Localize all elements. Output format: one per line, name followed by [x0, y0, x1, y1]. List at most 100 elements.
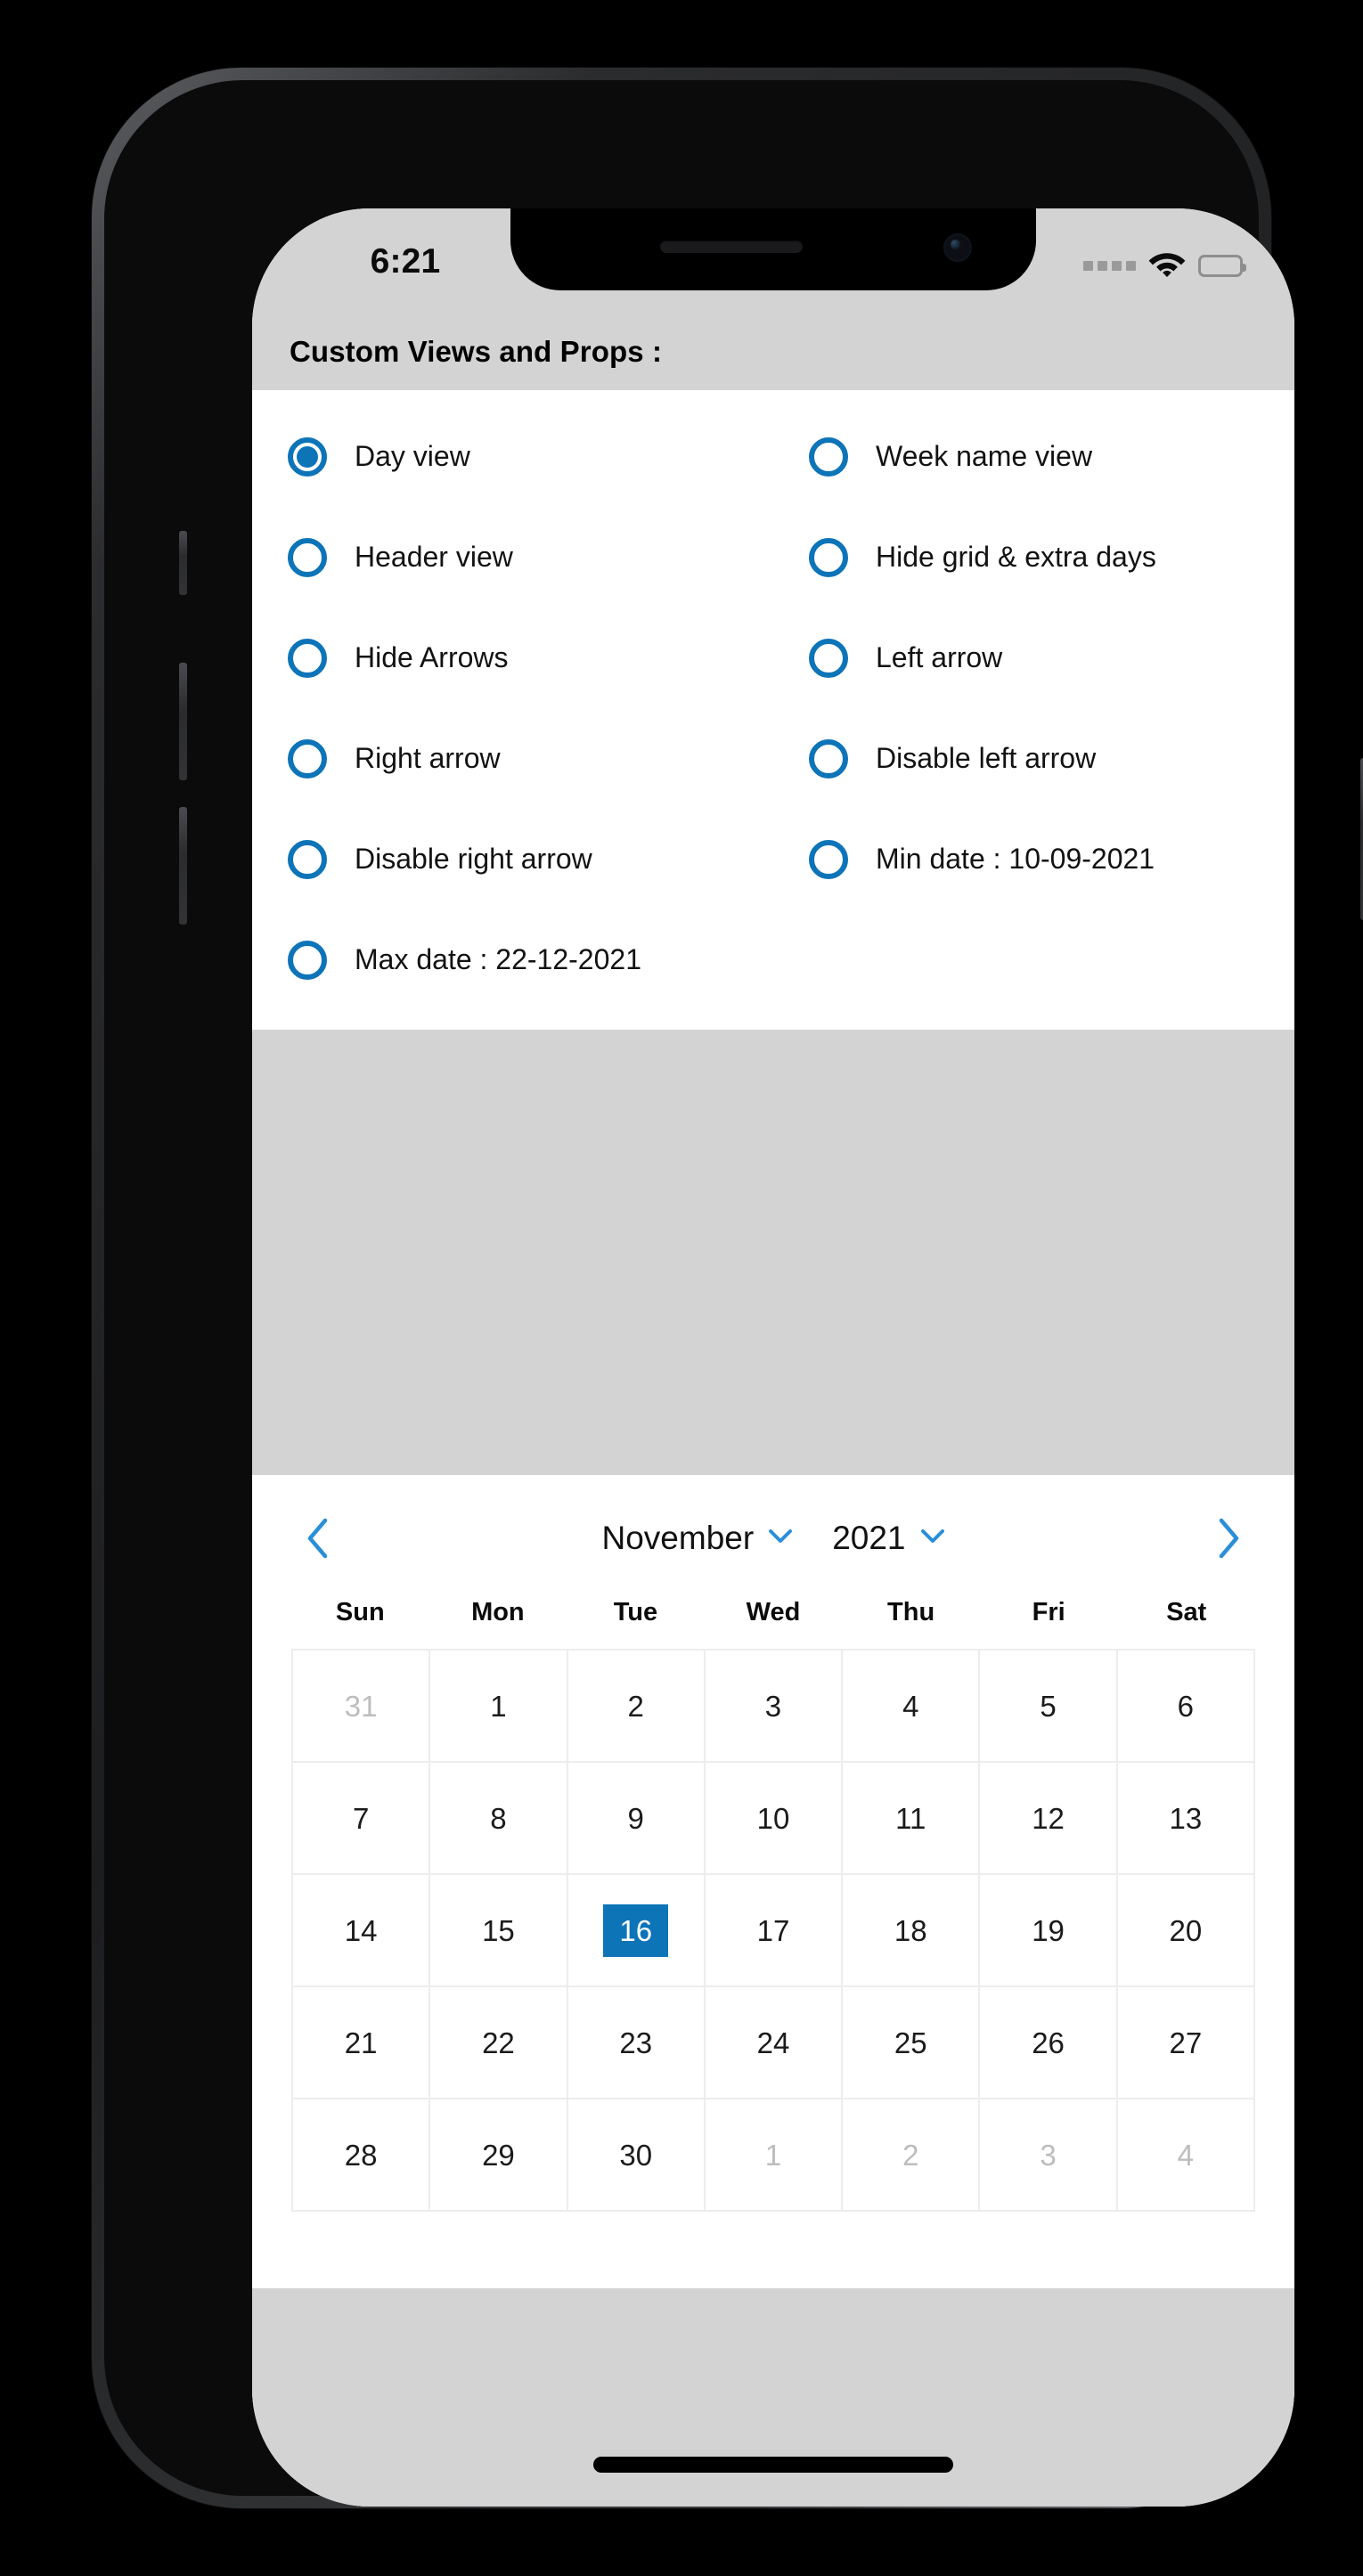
calendar-day-cell[interactable]: 3	[705, 1651, 844, 1763]
radio-icon[interactable]	[288, 940, 327, 980]
calendar-day-number: 26	[1032, 2026, 1065, 2059]
option-hide-arrows[interactable]: Hide Arrows	[252, 607, 773, 708]
calendar-day-cell[interactable]: 4	[843, 1651, 981, 1763]
year-label: 2021	[832, 1520, 906, 1556]
calendar-day-cell[interactable]: 25	[843, 1987, 981, 2099]
option-label: Hide Arrows	[355, 641, 509, 673]
battery-full-icon	[1198, 254, 1246, 277]
calendar-day-cell[interactable]: 24	[705, 1987, 844, 2099]
calendar-day-number: 23	[619, 2026, 653, 2059]
calendar-day-cell[interactable]: 2	[567, 1651, 706, 1763]
calendar-day-number: 2	[627, 1689, 644, 1723]
calendar-week-row: 31 1 2 3 4 5 6	[293, 1651, 1255, 1763]
month-selector[interactable]: November	[602, 1520, 794, 1557]
chevron-down-icon[interactable]	[920, 1528, 945, 1549]
calendar-day-cell[interactable]: 9	[567, 1763, 706, 1875]
radio-icon[interactable]	[288, 638, 327, 678]
calendar-day-cell-selected[interactable]: 16	[567, 1875, 706, 1987]
option-week-name-view[interactable]: Week name view	[773, 406, 1294, 507]
radio-icon[interactable]	[288, 738, 327, 779]
volume-up-button[interactable]	[179, 663, 187, 780]
calendar-day-cell[interactable]: 7	[293, 1763, 431, 1875]
option-header-view[interactable]: Header view	[252, 507, 773, 607]
wifi-icon	[1148, 249, 1186, 281]
option-disable-right-arrow[interactable]: Disable right arrow	[252, 809, 773, 909]
weekday-label: Wed	[746, 1598, 801, 1626]
calendar-day-cell[interactable]: 5	[980, 1651, 1118, 1763]
phone-frame: 6:21 Custom Views and Props: Day view W…	[92, 68, 1363, 2508]
radio-icon[interactable]	[809, 738, 848, 779]
option-max-date[interactable]: Max date : 22-12-2021	[252, 909, 773, 1010]
calendar-day-cell[interactable]: 2	[843, 2099, 981, 2212]
calendar-day-cell[interactable]: 30	[567, 2099, 706, 2212]
calendar-day-number: 3	[1040, 2138, 1057, 2172]
calendar-day-number: 1	[490, 1689, 507, 1723]
calendar-week-row: 21 22 23 24 25 26 27	[293, 1987, 1255, 2099]
option-disable-left-arrow[interactable]: Disable left arrow	[773, 708, 1294, 809]
calendar-day-cell[interactable]: 18	[843, 1875, 981, 1987]
calendar-day-cell[interactable]: 14	[293, 1875, 431, 1987]
calendar-day-cell[interactable]: 31	[293, 1651, 431, 1763]
calendar-widget: November 2021 Sun Mon Tue Wed Thu Fri Sa…	[252, 1475, 1294, 2288]
calendar-day-number: 15	[482, 1913, 515, 1947]
calendar-day-cell[interactable]: 3	[980, 2099, 1118, 2212]
radio-icon[interactable]	[288, 436, 327, 477]
calendar-day-cell[interactable]: 27	[1117, 1987, 1255, 2099]
calendar-day-number: 22	[482, 2026, 515, 2059]
option-label: Min date : 10-09-2021	[876, 843, 1155, 875]
notch	[510, 208, 1036, 290]
calendar-day-cell[interactable]: 6	[1117, 1651, 1255, 1763]
radio-icon[interactable]	[809, 436, 848, 477]
option-min-date[interactable]: Min date : 10-09-2021	[773, 809, 1294, 909]
option-label: Disable left arrow	[876, 742, 1097, 774]
calendar-day-cell[interactable]: 13	[1117, 1763, 1255, 1875]
calendar-day-number: 11	[895, 1801, 926, 1835]
calendar-day-cell[interactable]: 21	[293, 1987, 431, 2099]
home-indicator[interactable]	[593, 2457, 953, 2473]
calendar-day-number: 2	[902, 2138, 919, 2172]
radio-icon[interactable]	[809, 839, 848, 879]
calendar-day-cell[interactable]: 8	[430, 1763, 568, 1875]
chevron-right-icon[interactable]	[1202, 1511, 1257, 1566]
calendar-day-cell[interactable]: 10	[705, 1763, 844, 1875]
mute-switch-button[interactable]	[179, 531, 187, 595]
volume-down-button[interactable]	[179, 807, 187, 925]
option-day-view[interactable]: Day view	[252, 406, 773, 507]
option-left-arrow[interactable]: Left arrow	[773, 607, 1294, 708]
calendar-day-cell[interactable]: 15	[430, 1875, 568, 1987]
chevron-down-icon[interactable]	[768, 1528, 793, 1549]
calendar-day-number: 4	[1177, 2138, 1194, 2172]
calendar-day-number: 12	[1032, 1801, 1065, 1835]
option-label: Hide grid & extra days	[876, 541, 1156, 573]
chevron-left-icon[interactable]	[290, 1511, 345, 1566]
options-grid: Day view Week name view Header view Hide…	[252, 406, 1294, 1010]
calendar-day-number: 13	[1169, 1801, 1203, 1835]
option-label: Header view	[355, 541, 513, 573]
option-hide-grid-extra-days[interactable]: Hide grid & extra days	[773, 507, 1294, 607]
option-label: Day view	[355, 440, 470, 472]
calendar-day-cell[interactable]: 4	[1117, 2099, 1255, 2212]
calendar-day-cell[interactable]: 1	[705, 2099, 844, 2212]
option-label: Left arrow	[876, 641, 1003, 673]
calendar-day-number: 1	[764, 2138, 782, 2172]
calendar-day-cell[interactable]: 28	[293, 2099, 431, 2212]
radio-icon[interactable]	[288, 537, 327, 577]
radio-icon[interactable]	[288, 839, 327, 879]
radio-icon[interactable]	[809, 638, 848, 678]
calendar-day-cell[interactable]: 1	[430, 1651, 568, 1763]
calendar-day-cell[interactable]: 22	[430, 1987, 568, 2099]
calendar-day-cell[interactable]: 20	[1117, 1875, 1255, 1987]
calendar-day-cell[interactable]: 11	[843, 1763, 981, 1875]
calendar-day-cell[interactable]: 26	[980, 1987, 1118, 2099]
radio-icon[interactable]	[809, 537, 848, 577]
calendar-day-cell[interactable]: 19	[980, 1875, 1118, 1987]
calendar-day-cell[interactable]: 29	[430, 2099, 568, 2212]
calendar-day-cell[interactable]: 12	[980, 1763, 1118, 1875]
calendar-day-cell[interactable]: 17	[705, 1875, 844, 1987]
calendar-day-number: 19	[1032, 1913, 1065, 1947]
calendar-day-number: 9	[627, 1801, 644, 1835]
year-selector[interactable]: 2021	[832, 1520, 944, 1557]
calendar-day-cell[interactable]: 23	[567, 1987, 706, 2099]
option-right-arrow[interactable]: Right arrow	[252, 708, 773, 809]
app-content: Custom Views and Props : Day view Week n…	[252, 314, 1294, 2507]
